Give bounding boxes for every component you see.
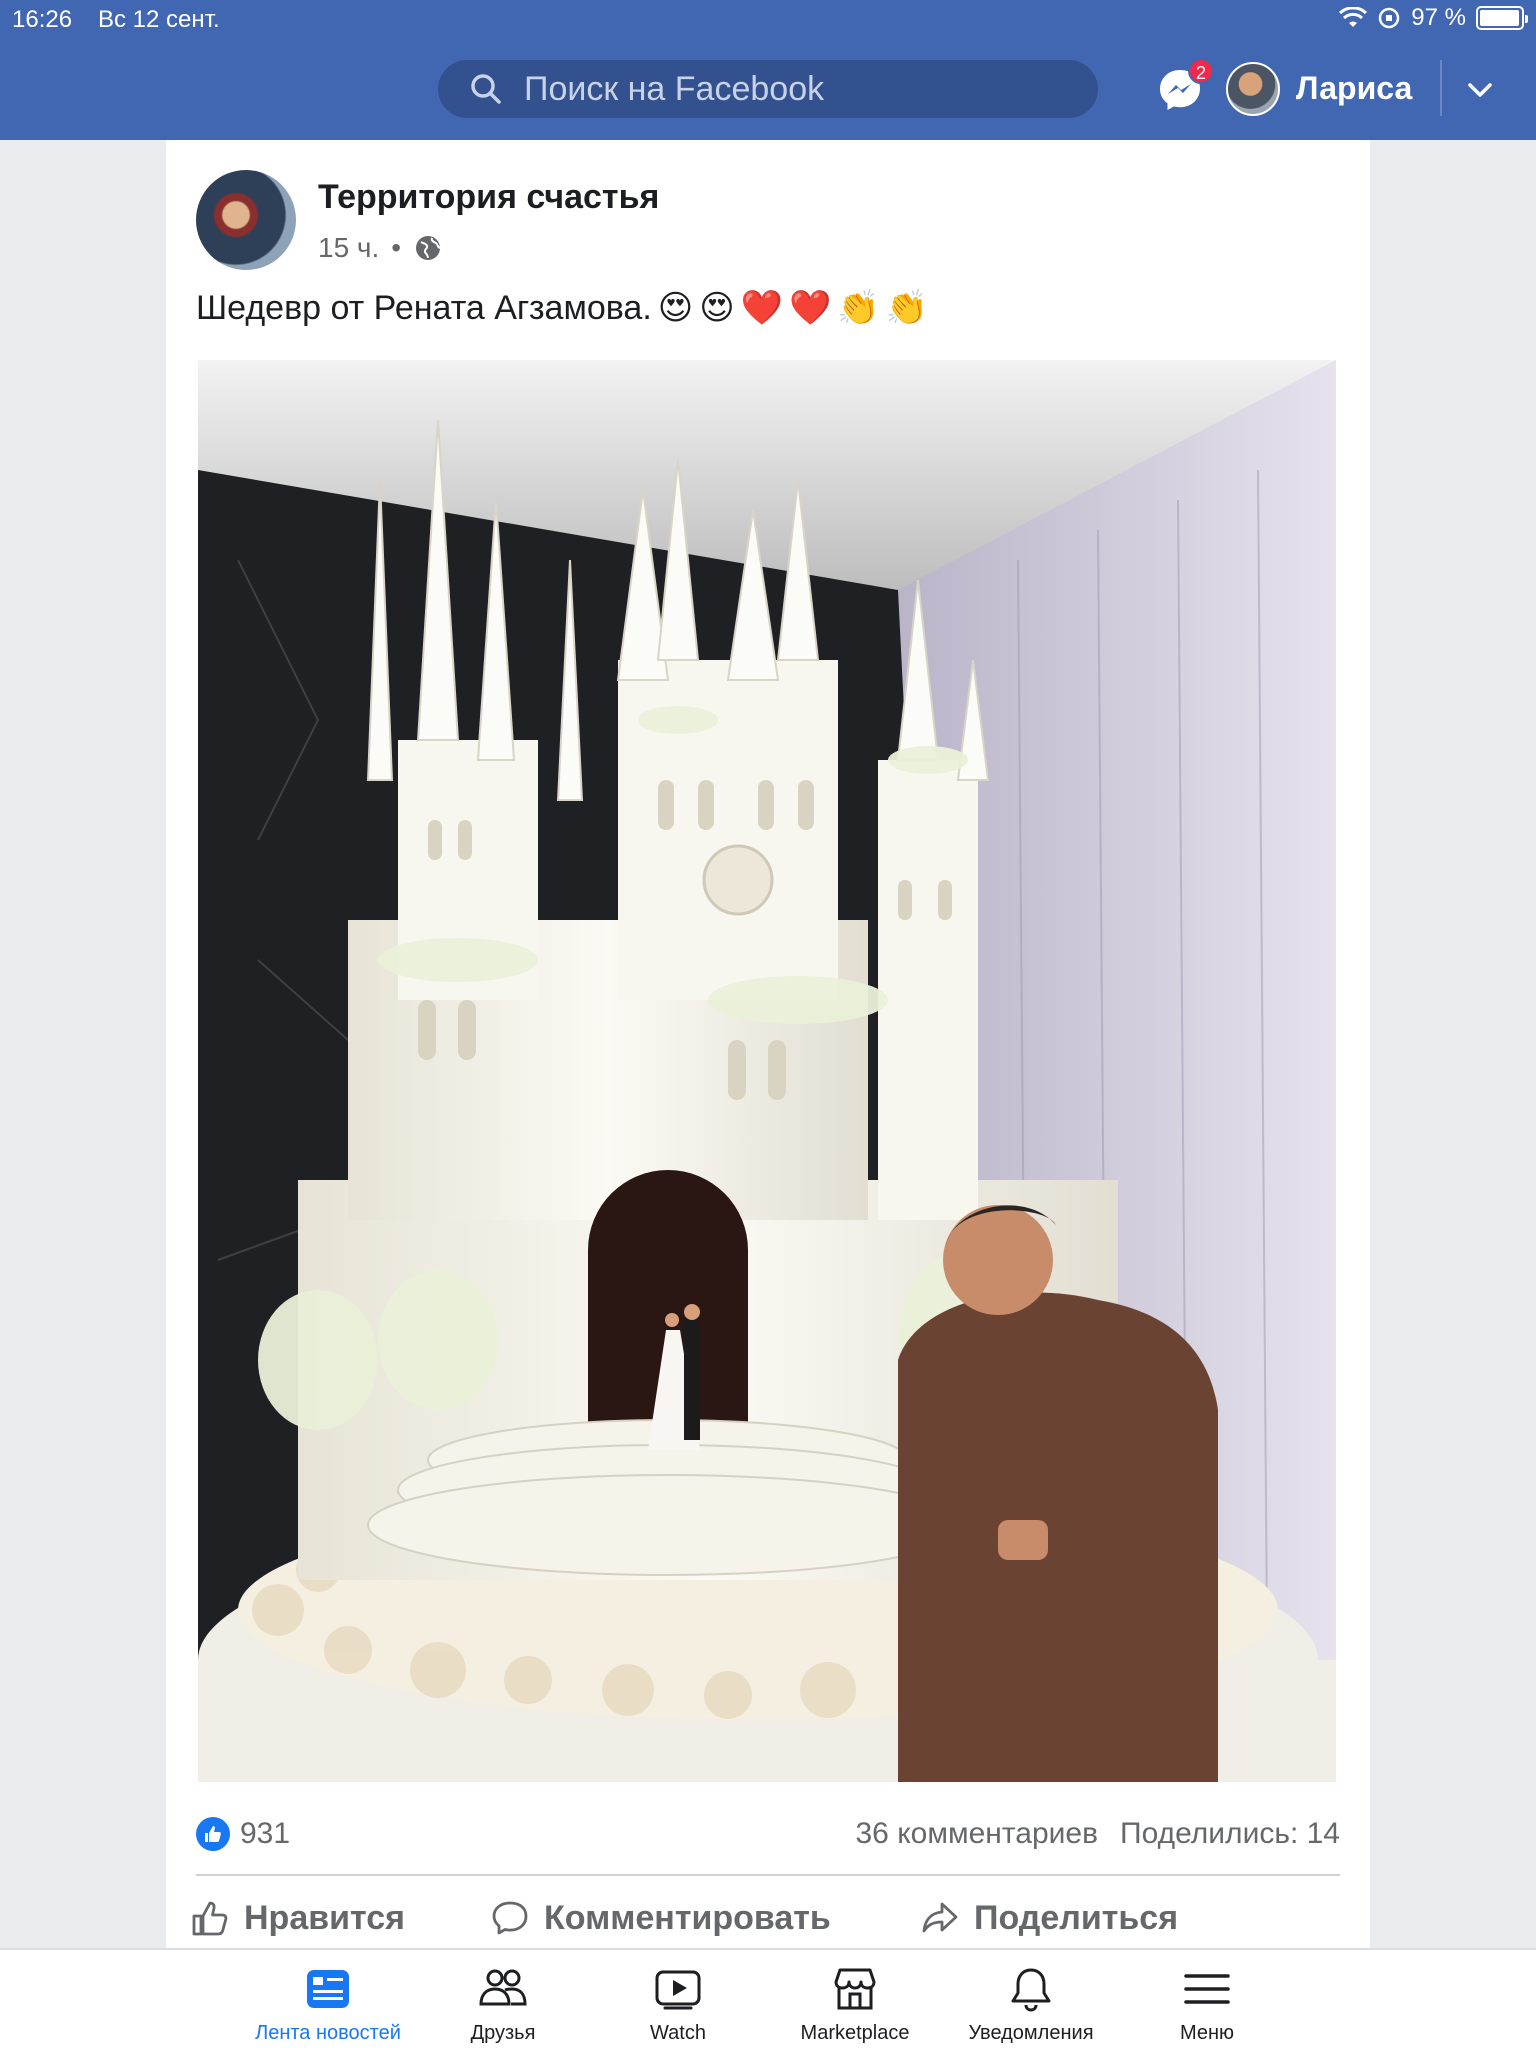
- stats-divider: [196, 1874, 1340, 1876]
- orientation-lock-icon: [1379, 7, 1400, 29]
- nav-watch[interactable]: Watch: [583, 1964, 773, 2045]
- meta-separator: •: [391, 232, 402, 263]
- comment-button[interactable]: Комментировать: [490, 1898, 920, 1938]
- nav-friends[interactable]: Друзья: [408, 1964, 598, 2045]
- profile-name[interactable]: Лариса: [1296, 70, 1412, 107]
- like-label: Нравится: [244, 1898, 405, 1937]
- comment-count[interactable]: 36 комментариев: [856, 1817, 1099, 1851]
- stats-right: 36 комментариев Поделились: 14: [856, 1817, 1341, 1851]
- emoji-heart-eyes: 😍: [699, 288, 735, 328]
- nav-label: Меню: [1179, 2022, 1235, 2044]
- nav-label: Watch: [650, 2022, 706, 2044]
- wifi-icon: [1339, 7, 1368, 27]
- globe-icon: [416, 236, 441, 260]
- post-text: Шедевр от Рената Агзамова. 😍 😍 ❤️ ❤️ 👏 👏: [196, 288, 928, 328]
- emoji-red-heart: ❤️: [789, 288, 832, 328]
- share-count[interactable]: Поделились: 14: [1120, 1817, 1340, 1851]
- emoji-clapping-hands: 👏: [837, 288, 880, 328]
- like-count[interactable]: 931: [240, 1817, 290, 1851]
- news-feed-icon: [307, 1970, 349, 2008]
- status-date: Вс 12 сент.: [98, 6, 220, 33]
- nav-marketplace[interactable]: Marketplace: [760, 1964, 950, 2045]
- share-button[interactable]: Поделиться: [920, 1898, 1178, 1938]
- messenger-badge: 2: [1188, 58, 1214, 84]
- post-actions: Нравится Комментировать Поделиться: [190, 1888, 1340, 1948]
- emoji-heart-eyes: 😍: [657, 288, 694, 328]
- post-time[interactable]: 15 ч.: [318, 232, 379, 264]
- header-divider: [1440, 60, 1442, 116]
- comment-icon: [492, 1901, 528, 1935]
- search-input[interactable]: [524, 69, 1084, 109]
- chevron-down-icon[interactable]: [1466, 76, 1494, 104]
- emoji-red-heart: ❤️: [740, 288, 784, 328]
- cake-photo-illustration: [198, 360, 1336, 1782]
- post-caption: Шедевр от Рената Агзамова.: [196, 288, 652, 327]
- nav-label: Уведомления: [968, 2022, 1094, 2044]
- thumbs-up-icon: [192, 1901, 228, 1936]
- status-time: 16:26: [12, 6, 73, 33]
- marketplace-icon: [834, 1968, 876, 2010]
- comment-label: Комментировать: [544, 1898, 831, 1937]
- nav-notifications[interactable]: Уведомления: [936, 1964, 1126, 2045]
- nav-news-feed[interactable]: Лента новостей: [233, 1964, 423, 2045]
- post-stats: 931 36 комментариев Поделились: 14: [196, 1812, 1340, 1856]
- emoji-clapping-hands: 👏: [885, 288, 929, 328]
- share-label: Поделиться: [974, 1898, 1179, 1937]
- post-card: Территория счастья 15 ч. • Шедевр от Рен…: [166, 140, 1370, 1948]
- nav-label: Друзья: [470, 2022, 536, 2044]
- bottom-nav: Лента новостей Друзья Watch Marketplace: [0, 1948, 1536, 2048]
- search-icon: [471, 74, 501, 104]
- post-meta: 15 ч. •: [318, 232, 443, 264]
- top-bar: 16:26 Вс 12 сент. 97 % 2 Лариса: [0, 0, 1536, 140]
- like-reaction-icon: [196, 1817, 230, 1851]
- battery-icon: [1476, 6, 1528, 30]
- page-avatar[interactable]: [196, 170, 296, 270]
- post-photo[interactable]: [198, 360, 1336, 1782]
- battery-percent: 97 %: [1411, 4, 1466, 31]
- share-icon: [922, 1902, 958, 1933]
- friends-icon: [479, 1969, 527, 2006]
- page-name[interactable]: Территория счастья: [318, 178, 659, 217]
- battery-fill: [1480, 10, 1519, 26]
- avatar[interactable]: [1226, 62, 1280, 116]
- menu-icon: [1184, 1974, 1230, 2004]
- watch-icon: [655, 1970, 701, 2010]
- nav-label: Marketplace: [800, 2022, 910, 2044]
- status-indicators: 97 %: [1339, 4, 1528, 32]
- nav-menu[interactable]: Меню: [1112, 1964, 1302, 2045]
- bell-icon: [1011, 1968, 1051, 2012]
- search-bar[interactable]: [438, 60, 1098, 118]
- like-button[interactable]: Нравится: [190, 1898, 490, 1938]
- nav-label: Лента новостей: [255, 2022, 401, 2044]
